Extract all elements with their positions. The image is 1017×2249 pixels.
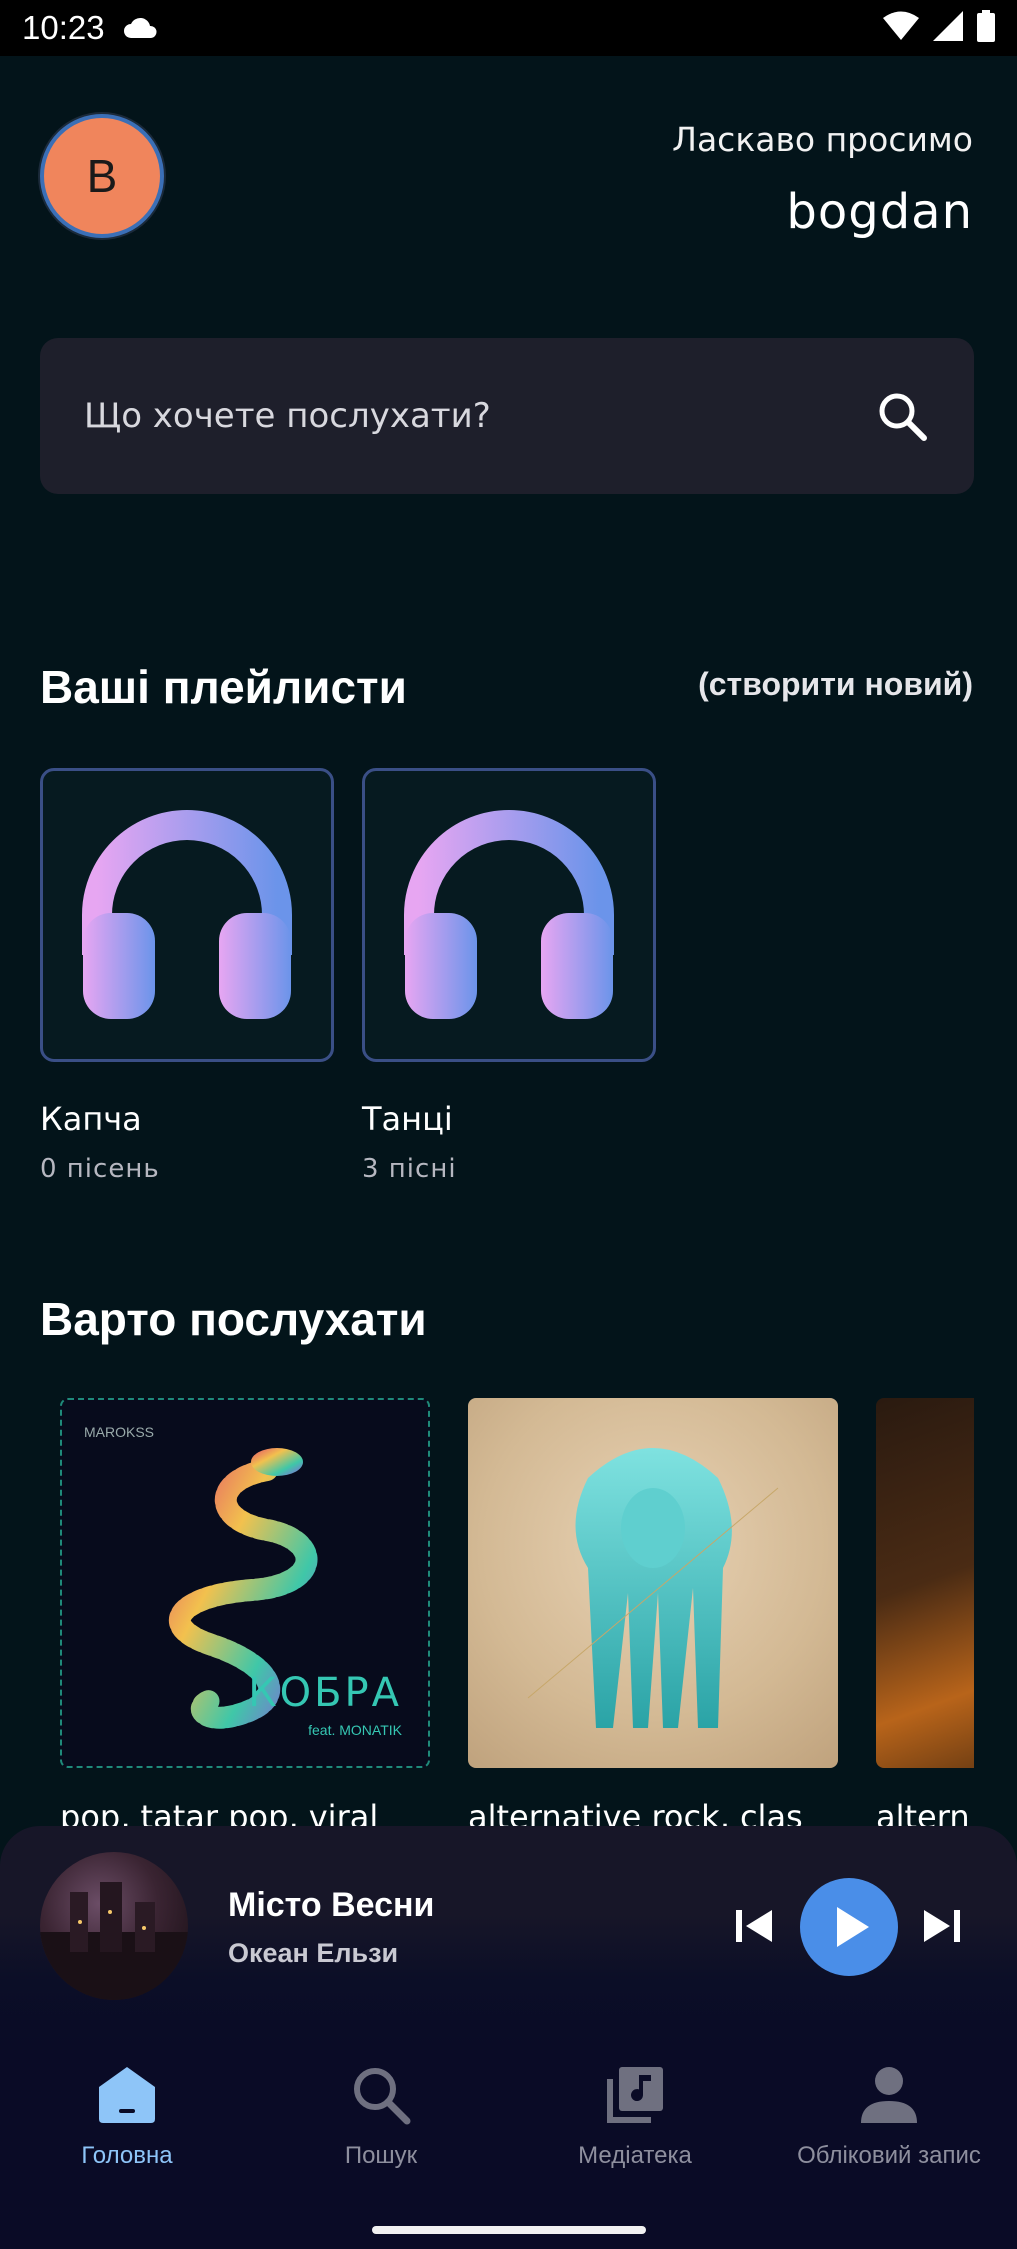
signal-icon [933, 11, 963, 45]
search-bar[interactable] [40, 338, 974, 494]
playlists-title: Ваші плейлисти [40, 661, 407, 713]
nav-label-home: Головна [81, 2142, 173, 2169]
wifi-icon [883, 11, 919, 45]
play-icon [837, 1907, 869, 1947]
cover-subtitle-text: feat. MONATIK [308, 1722, 402, 1738]
username: bogdan [786, 184, 973, 240]
recommended-album-card[interactable]: altern [876, 1398, 974, 1836]
avatar-initial: B [86, 150, 118, 202]
playlist-name: Танці [362, 1100, 453, 1138]
nav-label-search: Пошук [344, 2142, 418, 2169]
library-music-icon [600, 2060, 670, 2130]
playlist-card[interactable]: Танці 3 пісні [362, 768, 656, 1184]
recommended-album-card[interactable]: alternative rock, clas [468, 1398, 838, 1836]
search-icon [346, 2060, 416, 2130]
search-input[interactable] [84, 396, 874, 436]
battery-icon [977, 10, 995, 46]
now-playing-artist: Океан Ельзи [228, 1938, 399, 1968]
recommended-album-card[interactable]: MAROKSS КОБРА feat. MONATIK pop, tatar p… [60, 1398, 430, 1836]
previous-track-icon[interactable] [732, 1904, 776, 1948]
album-cover[interactable] [876, 1398, 974, 1768]
cover-title-text: КОБРА [248, 1670, 402, 1716]
now-playing-artwork[interactable] [40, 1852, 188, 2000]
headphones-icon [82, 810, 292, 1019]
headphones-icon [404, 810, 614, 1019]
cloud-icon [123, 17, 159, 39]
play-button[interactable] [800, 1878, 898, 1976]
album-cover[interactable]: MAROKSS КОБРА feat. MONATIK [60, 1398, 430, 1768]
nav-item-home[interactable]: Головна [0, 2048, 254, 2208]
now-playing-title: Місто Весни [228, 1886, 435, 1924]
status-icons [883, 10, 995, 46]
album-cover[interactable] [468, 1398, 838, 1768]
home-icon [92, 2060, 162, 2130]
gesture-home-indicator[interactable] [372, 2226, 646, 2234]
app-screen: 10:23 B Ласкаво просимо bogdan Ваші плей… [0, 0, 1017, 2249]
nav-label-account: Обліковий запис [797, 2142, 981, 2169]
nav-item-account[interactable]: Обліковий запис [762, 2048, 1016, 2208]
status-bar: 10:23 [0, 0, 1017, 56]
person-icon [854, 2060, 924, 2130]
playlist-song-count: 3 пісні [362, 1154, 457, 1184]
city-artwork [40, 1882, 188, 2000]
playlist-name: Капча [40, 1100, 142, 1138]
playlist-cover[interactable] [362, 768, 656, 1062]
next-track-icon[interactable] [920, 1904, 964, 1948]
search-icon[interactable] [874, 388, 930, 444]
avatar[interactable]: B [40, 114, 164, 238]
recommended-carousel[interactable]: MAROKSS КОБРА feat. MONATIK pop, tatar p… [40, 1388, 974, 1838]
statue-artwork [527, 1448, 779, 1728]
bottom-navigation: Головна Пошук Медіатека Обліковий запис [0, 2048, 1017, 2249]
playlist-song-count: 0 пісень [40, 1154, 160, 1184]
playlist-card[interactable]: Капча 0 пісень [40, 768, 334, 1184]
status-time: 10:23 [22, 9, 105, 46]
create-playlist-link[interactable]: (створити новий) [698, 666, 973, 703]
recommended-title: Варто послухати [40, 1293, 427, 1345]
mini-player[interactable]: Місто Весни Океан Ельзи [0, 1826, 1017, 2048]
welcome-text: Ласкаво просимо [672, 120, 973, 159]
nav-label-library: Медіатека [578, 2142, 692, 2169]
nav-item-search[interactable]: Пошук [254, 2048, 508, 2208]
playlist-cover[interactable] [40, 768, 334, 1062]
nav-item-library[interactable]: Медіатека [508, 2048, 762, 2208]
